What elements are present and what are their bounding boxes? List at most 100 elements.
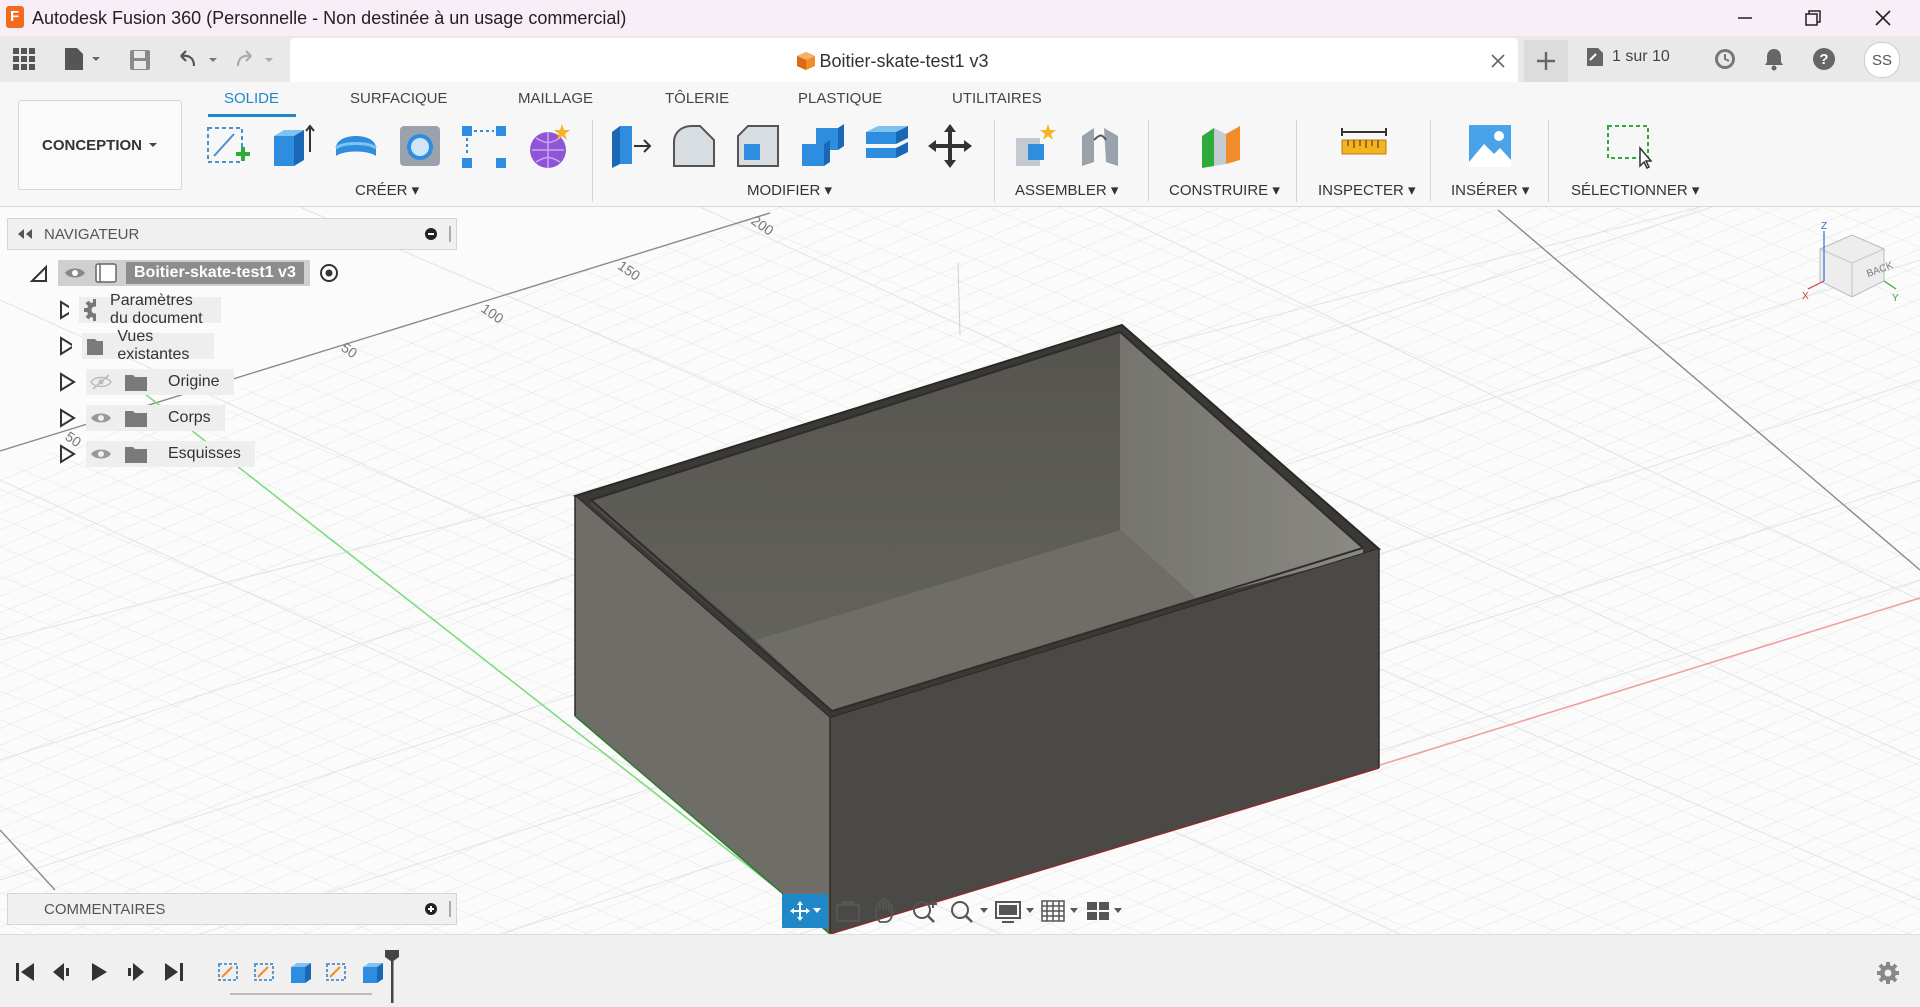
undo-icon[interactable]	[176, 48, 222, 77]
folder-icon	[125, 411, 147, 427]
combine-icon[interactable]	[798, 122, 846, 170]
go-to-end-icon[interactable]	[163, 961, 185, 983]
user-avatar[interactable]: SS	[1864, 42, 1900, 78]
select-menu[interactable]: SÉLECTIONNER ▾	[1571, 181, 1699, 199]
visibility-eye-icon[interactable]	[90, 447, 112, 461]
save-icon[interactable]	[128, 48, 152, 77]
navigator-header[interactable]: NAVIGATEUR	[7, 218, 457, 250]
tab-solide[interactable]: SOLIDE	[224, 90, 279, 107]
timeline-settings-gear-icon[interactable]	[1876, 961, 1900, 985]
fit-view-icon[interactable]	[944, 896, 990, 926]
go-to-start-icon[interactable]	[14, 961, 36, 983]
canvas-scene[interactable]: 200 150 100 50 50	[0, 207, 1920, 934]
expand-triangle-icon[interactable]	[58, 372, 76, 392]
comments-header[interactable]: COMMENTAIRES	[7, 893, 457, 925]
expand-triangle-icon[interactable]	[58, 444, 76, 464]
tab-plastique[interactable]: PLASTIQUE	[798, 90, 882, 107]
select-window-icon[interactable]	[1604, 122, 1653, 170]
expand-triangle-icon[interactable]	[58, 300, 69, 320]
modify-menu[interactable]: MODIFIER ▾	[747, 181, 832, 199]
tab-tolerie[interactable]: TÔLERIE	[665, 90, 729, 107]
pan-hand-icon[interactable]	[868, 896, 906, 926]
3d-viewport[interactable]: 200 150 100 50 50 BACK Z X Y	[0, 207, 1920, 934]
panel-resize-handle[interactable]	[449, 901, 451, 917]
close-tab-icon[interactable]	[1490, 53, 1506, 74]
collapse-triangle-icon[interactable]	[28, 263, 48, 283]
create-menu[interactable]: CRÉER ▾	[355, 181, 419, 199]
timeline-sketch-feature-icon[interactable]	[324, 959, 350, 985]
measure-icon[interactable]	[1340, 122, 1388, 170]
step-forward-icon[interactable]	[125, 961, 147, 983]
inspect-menu-label: INSPECTER	[1318, 182, 1404, 199]
shell-icon[interactable]	[396, 122, 444, 170]
offset-face-icon[interactable]	[862, 122, 910, 170]
timeline-extrude-feature-icon[interactable]	[288, 959, 314, 985]
move-icon[interactable]	[926, 122, 974, 170]
expand-triangle-icon[interactable]	[58, 408, 76, 428]
close-window-button[interactable]	[1848, 0, 1918, 36]
help-icon[interactable]: ?	[1812, 47, 1836, 76]
display-settings-icon[interactable]	[990, 896, 1036, 926]
tree-item-parametres[interactable]: Paramètres du document	[58, 292, 221, 327]
look-at-icon[interactable]	[828, 896, 868, 926]
expand-triangle-icon[interactable]	[58, 336, 72, 356]
panel-resize-handle[interactable]	[449, 226, 451, 242]
workspace-switcher[interactable]: CONCEPTION	[18, 100, 182, 190]
construct-menu[interactable]: CONSTRUIRE ▾	[1169, 181, 1280, 199]
history-clock-icon[interactable]	[1713, 47, 1737, 76]
chamfer-icon[interactable]	[734, 122, 782, 170]
press-pull-icon[interactable]	[606, 122, 654, 170]
visibility-eye-icon[interactable]	[64, 266, 86, 280]
pattern-icon[interactable]	[460, 122, 508, 170]
notifications-bell-icon[interactable]	[1763, 47, 1785, 76]
insert-image-icon[interactable]	[1466, 122, 1514, 170]
add-comment-icon[interactable]	[424, 902, 438, 916]
activate-radio-icon[interactable]	[318, 262, 340, 284]
timeline-extrude-feature-icon[interactable]	[360, 959, 386, 985]
tree-item-vues[interactable]: Vues existantes	[58, 328, 215, 363]
hidden-eye-icon[interactable]	[90, 374, 112, 390]
assemble-menu[interactable]: ASSEMBLER ▾	[1015, 181, 1118, 199]
visibility-eye-icon[interactable]	[90, 411, 112, 425]
tree-item-origine[interactable]: Origine	[58, 368, 234, 396]
tab-surfacique[interactable]: SURFACIQUE	[350, 90, 448, 107]
job-status-button[interactable]: 1 sur 10	[1584, 46, 1670, 68]
fillet-icon[interactable]	[670, 122, 718, 170]
select-menu-label: SÉLECTIONNER	[1571, 182, 1688, 199]
new-tab-button[interactable]	[1524, 40, 1568, 82]
timeline-sketch-feature-icon[interactable]	[252, 959, 278, 985]
folder-icon	[86, 339, 104, 355]
create-sketch-icon[interactable]	[204, 122, 252, 170]
minimize-panel-icon[interactable]	[424, 227, 438, 241]
redo-icon[interactable]	[234, 48, 280, 77]
tab-utilitaires[interactable]: UTILITAIRES	[952, 90, 1042, 107]
inspect-menu[interactable]: INSPECTER ▾	[1318, 181, 1416, 199]
minimize-button[interactable]	[1710, 0, 1780, 36]
tree-item-corps[interactable]: Corps	[58, 404, 225, 432]
offset-plane-icon[interactable]	[1198, 122, 1246, 170]
timeline-marker[interactable]	[384, 949, 400, 1005]
data-panel-grid-icon[interactable]	[12, 47, 36, 76]
play-icon[interactable]	[88, 961, 110, 983]
navigator-root-row[interactable]: Boitier-skate-test1 v3	[28, 259, 373, 287]
collapse-panel-icon[interactable]	[16, 228, 34, 240]
zoom-icon[interactable]	[906, 896, 944, 926]
form-icon[interactable]	[524, 122, 572, 170]
tab-maillage[interactable]: MAILLAGE	[518, 90, 593, 107]
new-component-icon[interactable]	[1012, 122, 1060, 170]
grid-settings-icon[interactable]	[1036, 896, 1082, 926]
orbit-button[interactable]	[782, 894, 828, 928]
extrude-icon[interactable]	[268, 122, 316, 170]
joint-icon[interactable]	[1076, 122, 1124, 170]
file-menu-icon[interactable]	[62, 46, 102, 77]
ribbon-separator	[1296, 120, 1297, 202]
document-tab[interactable]: Boitier-skate-test1 v3	[290, 38, 1518, 84]
timeline-sketch-feature-icon[interactable]	[216, 959, 242, 985]
step-back-icon[interactable]	[50, 961, 72, 983]
viewports-icon[interactable]	[1082, 896, 1126, 926]
revolve-icon[interactable]	[332, 122, 380, 170]
restore-button[interactable]	[1778, 0, 1848, 36]
tree-item-esquisses[interactable]: Esquisses	[58, 440, 255, 468]
insert-menu[interactable]: INSÉRER ▾	[1451, 181, 1529, 199]
viewcube[interactable]: BACK Z X Y	[1800, 219, 1900, 319]
